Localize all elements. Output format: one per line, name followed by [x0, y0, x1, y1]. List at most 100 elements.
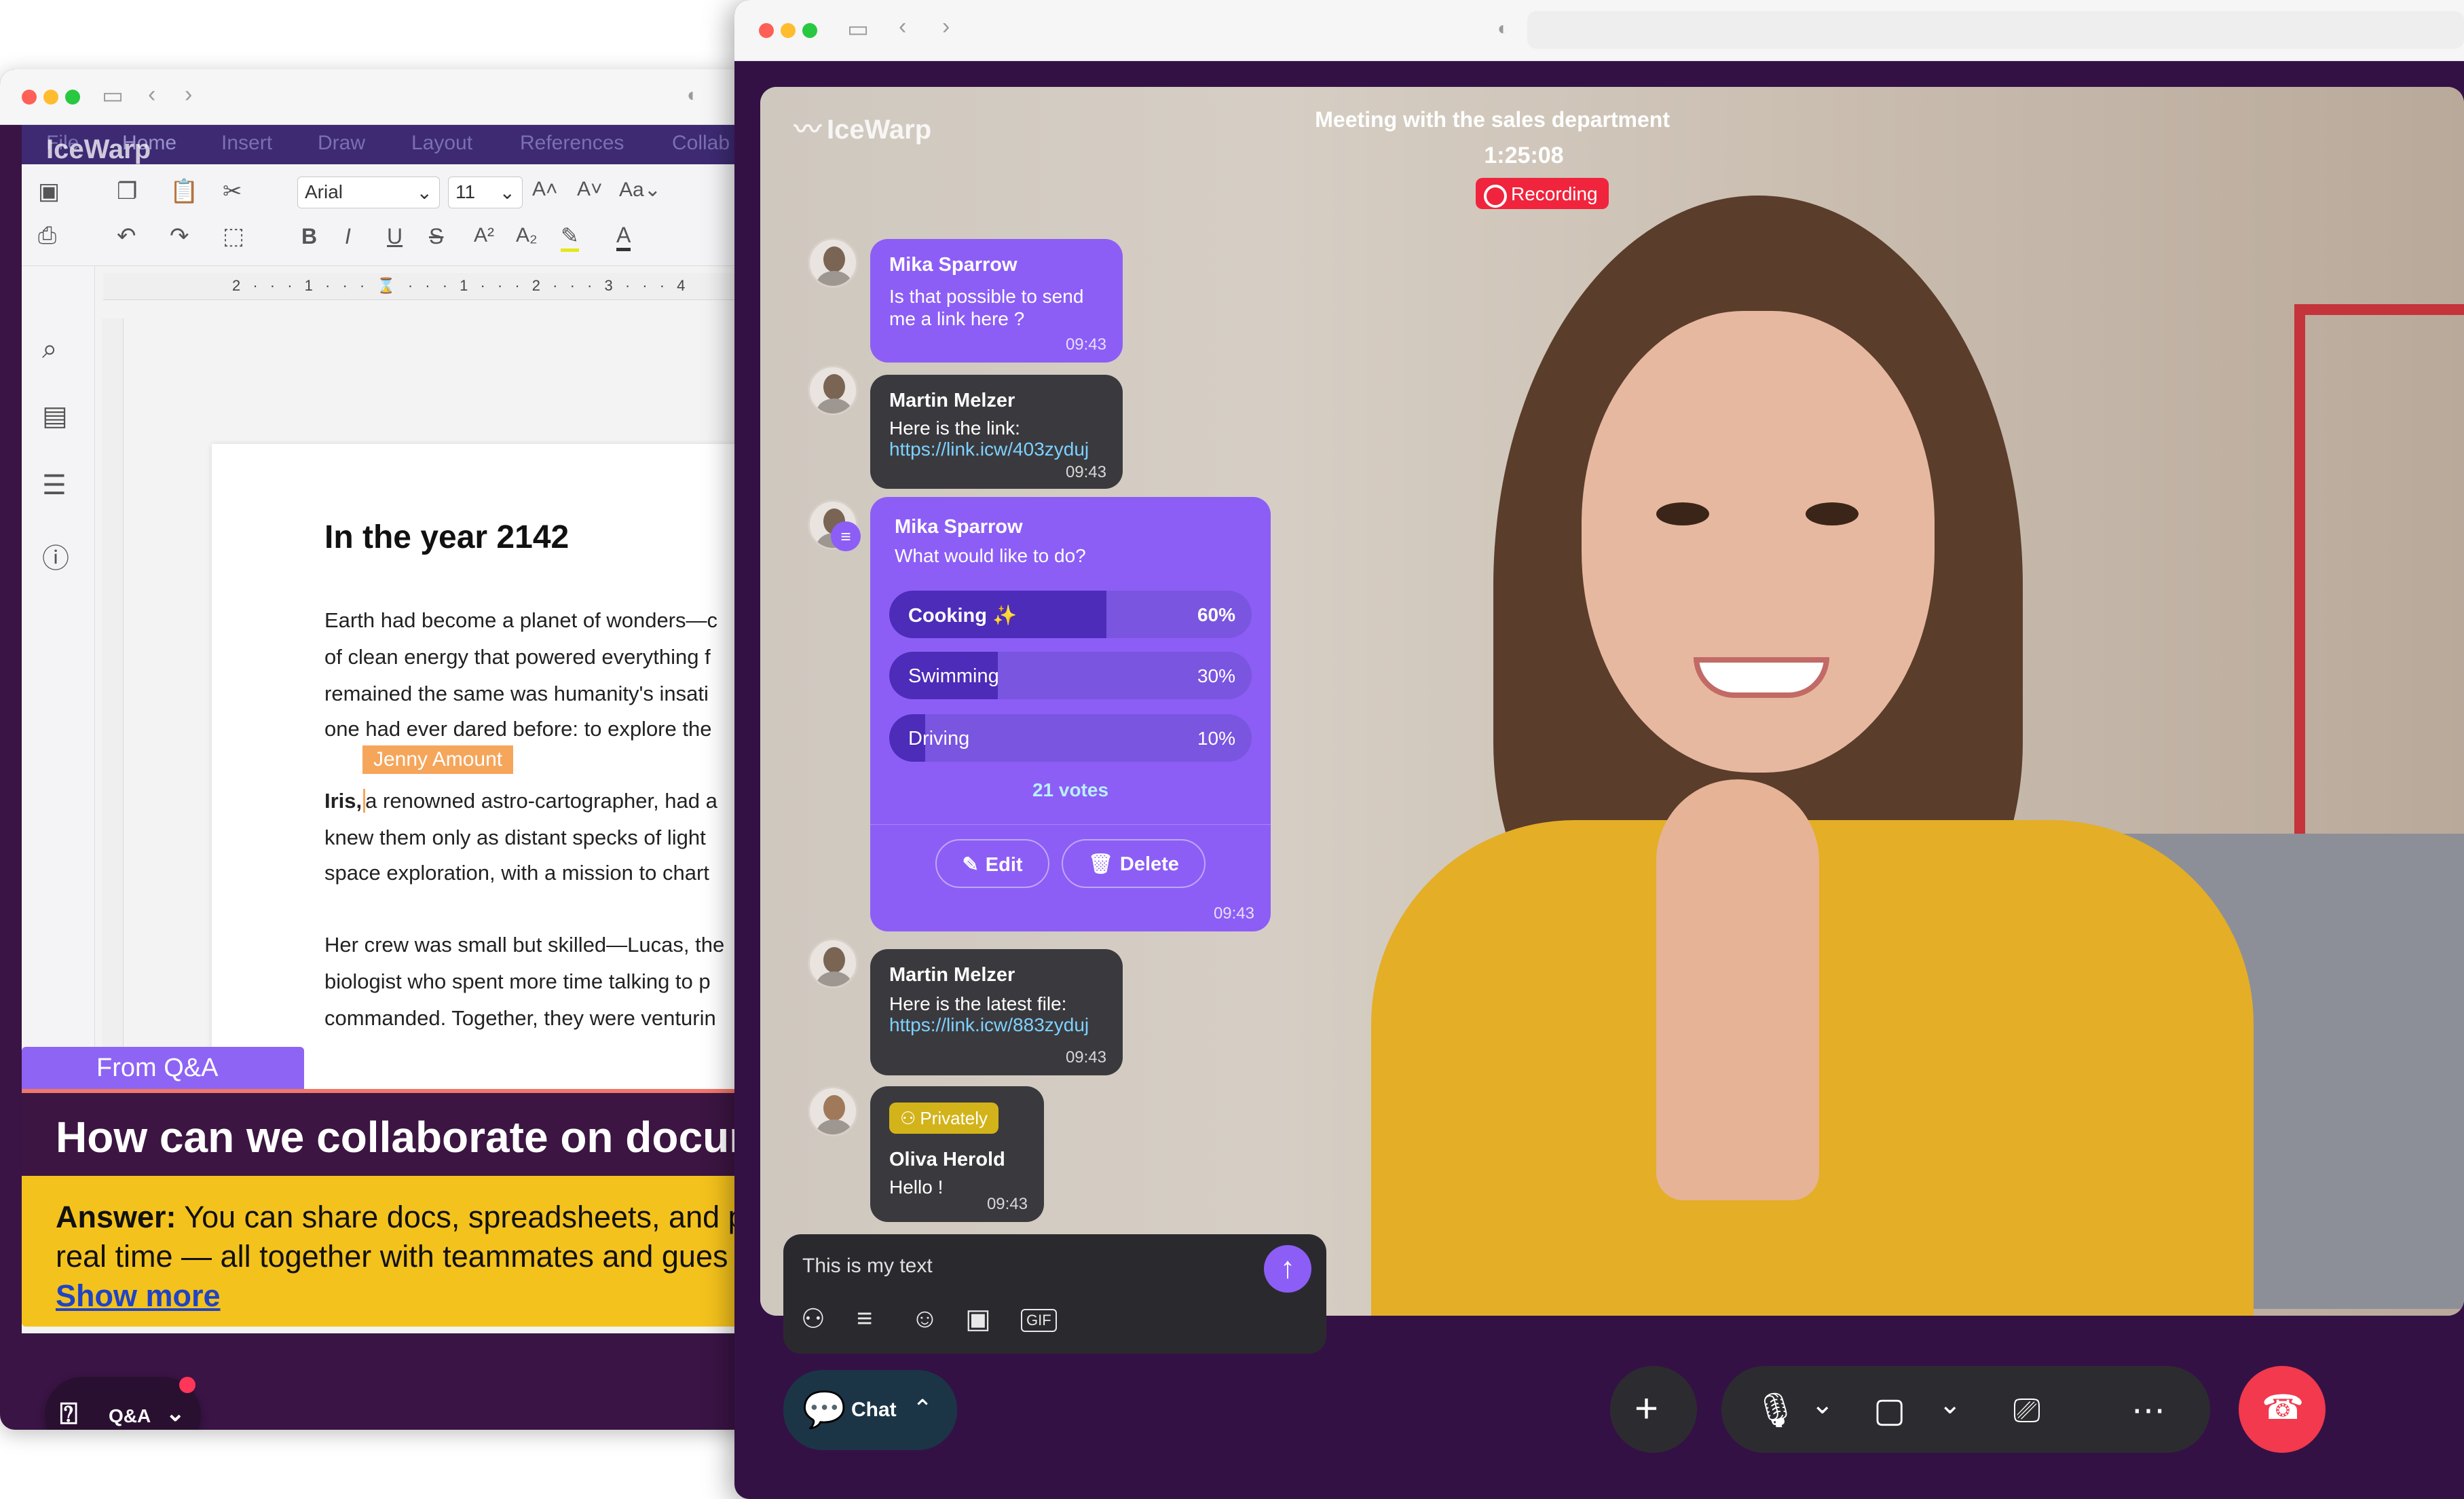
- poll-option[interactable]: Driving 10%: [889, 714, 1252, 762]
- superscript-icon[interactable]: A²: [474, 224, 494, 247]
- message-author: Mika Sparrow: [889, 254, 1018, 276]
- poll-option[interactable]: Cooking ✨ 60%: [889, 591, 1252, 638]
- delete-poll-button[interactable]: 🗑 Delete: [1062, 839, 1206, 888]
- maximize-window-button[interactable]: [802, 23, 817, 38]
- select-icon[interactable]: ⬚: [223, 223, 244, 250]
- camera-off-icon[interactable]: ▢: [1873, 1390, 1905, 1430]
- answer-label: Answer:: [56, 1200, 176, 1234]
- avatar[interactable]: [808, 1086, 858, 1136]
- message-text: Is that possible to send: [889, 286, 1084, 307]
- back-icon[interactable]: ‹: [899, 15, 906, 38]
- back-icon[interactable]: ‹: [148, 83, 155, 106]
- message-link[interactable]: https://link.icw/403zyduj: [889, 439, 1089, 460]
- avatar[interactable]: [808, 365, 858, 415]
- sidebar-toggle-icon[interactable]: ▭: [102, 84, 124, 107]
- message-input[interactable]: This is my text: [802, 1255, 933, 1278]
- cut-icon[interactable]: ✂: [223, 178, 242, 205]
- tab-layout[interactable]: Layout: [411, 132, 472, 155]
- edit-poll-button[interactable]: ✎ Edit: [935, 839, 1049, 888]
- forward-icon[interactable]: ›: [185, 83, 192, 106]
- close-window-button[interactable]: [759, 23, 774, 38]
- right-titlebar: ▭ ‹ › ◐: [734, 0, 2464, 61]
- save-icon[interactable]: ▣: [38, 178, 60, 205]
- left-eye: [1656, 502, 1709, 525]
- print-icon[interactable]: ⎙: [38, 223, 56, 249]
- highlight-icon[interactable]: ✎: [561, 223, 579, 252]
- private-badge-label: Privately: [920, 1108, 988, 1128]
- paste-icon[interactable]: 📋: [170, 178, 198, 205]
- undo-icon[interactable]: ↶: [117, 223, 136, 250]
- shrink-font-icon[interactable]: A˅: [577, 178, 603, 201]
- show-more-link[interactable]: Show more: [56, 1278, 221, 1313]
- tab-draw[interactable]: Draw: [318, 132, 365, 155]
- chat-toggle-button[interactable]: 💬 Chat ⌃: [783, 1370, 957, 1450]
- horizontal-ruler[interactable]: 2 · · · 1 · · · ⌛ · · · 1 · · · 2 · · · …: [103, 273, 781, 300]
- qa-toggle-button[interactable]: ⍰ Q&A ⌄: [45, 1377, 201, 1430]
- avatar[interactable]: [808, 238, 858, 288]
- poll-author: Mika Sparrow: [895, 516, 1023, 538]
- poll-option[interactable]: Swimming 30%: [889, 652, 1252, 699]
- font-size-select[interactable]: 11 ⌄: [448, 177, 523, 208]
- bold-icon[interactable]: B: [301, 224, 317, 249]
- chat-message[interactable]: Martin Melzer Here is the latest file: h…: [870, 949, 1123, 1075]
- search-icon[interactable]: ⌕: [42, 334, 57, 365]
- tab-references[interactable]: References: [520, 132, 624, 155]
- chat-message[interactable]: Mika Sparrow Is that possible to send me…: [870, 239, 1123, 363]
- info-icon[interactable]: ⓘ: [42, 536, 69, 576]
- mic-muted-icon[interactable]: 🎙: [1754, 1390, 1797, 1430]
- message-time: 09:43: [986, 1195, 1028, 1213]
- end-call-button[interactable]: ☎: [2239, 1366, 2326, 1453]
- emoji-icon[interactable]: ☺: [911, 1303, 939, 1334]
- send-button[interactable]: ↑: [1264, 1245, 1311, 1293]
- more-options-icon[interactable]: ⋯: [2131, 1390, 2165, 1430]
- message-time: 09:43: [1065, 463, 1106, 481]
- grow-font-icon[interactable]: A˄: [532, 178, 558, 201]
- message-time: 09:43: [1065, 1048, 1106, 1067]
- image-icon[interactable]: ▣: [965, 1303, 991, 1335]
- icewarp-logo: IceWarp: [46, 134, 151, 164]
- italic-icon[interactable]: I: [345, 224, 351, 249]
- maximize-window-button[interactable]: [65, 90, 80, 105]
- forward-icon[interactable]: ›: [942, 15, 950, 38]
- comment-icon[interactable]: ▤: [42, 401, 68, 432]
- address-bar[interactable]: [1527, 11, 2464, 49]
- share-screen-icon[interactable]: ⎚: [2013, 1390, 2040, 1430]
- subscript-icon[interactable]: A₂: [516, 224, 538, 247]
- poll-icon[interactable]: ≡: [857, 1303, 872, 1334]
- gif-icon[interactable]: GIF: [1021, 1309, 1057, 1332]
- poll-card[interactable]: Mika Sparrow What would like to do? Cook…: [870, 497, 1271, 931]
- minimize-window-button[interactable]: [43, 90, 58, 105]
- change-case-icon[interactable]: Aa⌄: [619, 178, 661, 202]
- message-link[interactable]: https://link.icw/883zyduj: [889, 1014, 1089, 1036]
- answer-line-1: You can share docs, spreadsheets, and p: [176, 1200, 745, 1234]
- font-family-select[interactable]: Arial ⌄: [297, 177, 440, 208]
- doc-line: space exploration, with a mission to cha…: [324, 861, 709, 885]
- avatar[interactable]: [808, 938, 858, 988]
- outline-icon[interactable]: ☰: [42, 470, 67, 501]
- poll-time: 09:43: [1213, 904, 1254, 923]
- tab-insert[interactable]: Insert: [221, 132, 272, 155]
- minimize-window-button[interactable]: [781, 23, 796, 38]
- strikethrough-icon[interactable]: S: [429, 224, 443, 249]
- camera-options-chevron-icon[interactable]: ⌄: [1939, 1389, 1962, 1420]
- private-message-icon[interactable]: ⚇: [801, 1303, 825, 1335]
- add-button[interactable]: +: [1610, 1366, 1697, 1453]
- font-color-icon[interactable]: A: [616, 223, 631, 251]
- qa-source-tag: From Q&A: [22, 1047, 304, 1089]
- mic-options-chevron-icon[interactable]: ⌄: [1811, 1389, 1834, 1420]
- redo-icon[interactable]: ↷: [170, 223, 189, 250]
- video-stage[interactable]: 〰 IceWarp Meeting with the sales departme…: [760, 87, 2464, 1316]
- underline-icon[interactable]: U: [387, 224, 403, 249]
- poll-divider: [870, 824, 1271, 825]
- poll-icon: ≡: [831, 521, 861, 551]
- chat-message[interactable]: ⚇ Privately Oliva Herold Hello ! 09:43: [870, 1086, 1044, 1222]
- copy-format-icon[interactable]: ❐: [117, 178, 137, 205]
- chat-message[interactable]: Martin Melzer Here is the link: https://…: [870, 375, 1123, 489]
- close-window-button[interactable]: [22, 90, 37, 105]
- tab-collab[interactable]: Collab: [672, 132, 730, 155]
- qa-overlay: From Q&A How can we collaborate on docum…: [0, 1047, 781, 1332]
- sidebar-toggle-icon[interactable]: ▭: [847, 18, 869, 41]
- message-composer: This is my text ↑ ⚇ ≡ ☺ ▣ GIF: [783, 1234, 1326, 1354]
- edit-icon: ✎: [962, 854, 979, 876]
- poll-option-percent: 60%: [1197, 604, 1235, 625]
